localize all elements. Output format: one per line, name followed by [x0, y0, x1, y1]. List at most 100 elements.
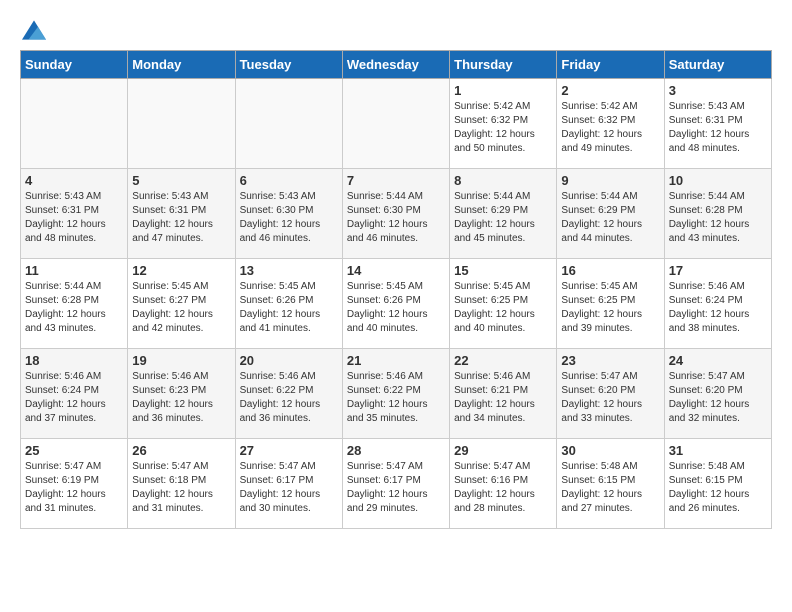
day-info: Sunrise: 5:43 AM Sunset: 6:31 PM Dayligh… — [669, 100, 767, 156]
calendar-week-row: 11 Sunrise: 5:44 AM Sunset: 6:28 PM Dayli… — [21, 259, 772, 349]
day-info: Sunrise: 5:43 AM Sunset: 6:30 PM Dayligh… — [240, 190, 338, 246]
day-number: 9 — [561, 173, 659, 188]
day-number: 20 — [240, 353, 338, 368]
calendar-cell: 7 Sunrise: 5:44 AM Sunset: 6:30 PM Daylig… — [342, 169, 449, 259]
day-info: Sunrise: 5:46 AM Sunset: 6:23 PM Dayligh… — [132, 370, 230, 426]
weekday-header-row: SundayMondayTuesdayWednesdayThursdayFrid… — [21, 51, 772, 79]
day-number: 3 — [669, 83, 767, 98]
calendar-cell: 14 Sunrise: 5:45 AM Sunset: 6:26 PM Dayli… — [342, 259, 449, 349]
calendar-cell: 22 Sunrise: 5:46 AM Sunset: 6:21 PM Dayli… — [450, 349, 557, 439]
weekday-header-friday: Friday — [557, 51, 664, 79]
calendar-cell: 27 Sunrise: 5:47 AM Sunset: 6:17 PM Dayli… — [235, 439, 342, 529]
day-number: 8 — [454, 173, 552, 188]
day-number: 26 — [132, 443, 230, 458]
day-number: 6 — [240, 173, 338, 188]
day-number: 11 — [25, 263, 123, 278]
day-number: 21 — [347, 353, 445, 368]
calendar-cell: 28Sunrise: 5:47 AM Sunset: 6:17 PM Dayli… — [342, 439, 449, 529]
calendar-cell: 10 Sunrise: 5:44 AM Sunset: 6:28 PM Dayli… — [664, 169, 771, 259]
day-number: 19 — [132, 353, 230, 368]
calendar-cell: 8 Sunrise: 5:44 AM Sunset: 6:29 PM Daylig… — [450, 169, 557, 259]
calendar-cell: 1 Sunrise: 5:42 AM Sunset: 6:32 PM Daylig… — [450, 79, 557, 169]
day-info: Sunrise: 5:45 AM Sunset: 6:25 PM Dayligh… — [561, 280, 659, 336]
day-number: 2 — [561, 83, 659, 98]
day-info: Sunrise: 5:48 AM Sunset: 6:15 PM Dayligh… — [561, 460, 659, 516]
day-info: Sunrise: 5:47 AM Sunset: 6:17 PM Dayligh… — [240, 460, 338, 516]
day-number: 23 — [561, 353, 659, 368]
day-number: 7 — [347, 173, 445, 188]
calendar-cell: 15 Sunrise: 5:45 AM Sunset: 6:25 PM Dayli… — [450, 259, 557, 349]
page-header — [20, 20, 772, 40]
weekday-header-monday: Monday — [128, 51, 235, 79]
calendar-cell: 11 Sunrise: 5:44 AM Sunset: 6:28 PM Dayli… — [21, 259, 128, 349]
day-number: 29 — [454, 443, 552, 458]
calendar-week-row: 18 Sunrise: 5:46 AM Sunset: 6:24 PM Dayli… — [21, 349, 772, 439]
day-number: 25 — [25, 443, 123, 458]
calendar-cell: 2Sunrise: 5:42 AM Sunset: 6:32 PM Daylig… — [557, 79, 664, 169]
day-info: Sunrise: 5:45 AM Sunset: 6:25 PM Dayligh… — [454, 280, 552, 336]
calendar-table: SundayMondayTuesdayWednesdayThursdayFrid… — [20, 50, 772, 529]
calendar-week-row: 4 Sunrise: 5:43 AM Sunset: 6:31 PM Daylig… — [21, 169, 772, 259]
calendar-week-row: 25Sunrise: 5:47 AM Sunset: 6:19 PM Dayli… — [21, 439, 772, 529]
day-number: 12 — [132, 263, 230, 278]
day-number: 18 — [25, 353, 123, 368]
calendar-week-row: 1 Sunrise: 5:42 AM Sunset: 6:32 PM Daylig… — [21, 79, 772, 169]
day-info: Sunrise: 5:44 AM Sunset: 6:29 PM Dayligh… — [561, 190, 659, 246]
calendar-cell: 5Sunrise: 5:43 AM Sunset: 6:31 PM Daylig… — [128, 169, 235, 259]
day-number: 13 — [240, 263, 338, 278]
day-info: Sunrise: 5:47 AM Sunset: 6:18 PM Dayligh… — [132, 460, 230, 516]
day-info: Sunrise: 5:46 AM Sunset: 6:24 PM Dayligh… — [25, 370, 123, 426]
calendar-cell: 20 Sunrise: 5:46 AM Sunset: 6:22 PM Dayli… — [235, 349, 342, 439]
calendar-cell: 24Sunrise: 5:47 AM Sunset: 6:20 PM Dayli… — [664, 349, 771, 439]
calendar-cell: 21Sunrise: 5:46 AM Sunset: 6:22 PM Dayli… — [342, 349, 449, 439]
day-info: Sunrise: 5:47 AM Sunset: 6:17 PM Dayligh… — [347, 460, 445, 516]
day-number: 16 — [561, 263, 659, 278]
calendar-cell: 18 Sunrise: 5:46 AM Sunset: 6:24 PM Dayli… — [21, 349, 128, 439]
day-info: Sunrise: 5:44 AM Sunset: 6:29 PM Dayligh… — [454, 190, 552, 246]
calendar-cell — [342, 79, 449, 169]
day-info: Sunrise: 5:45 AM Sunset: 6:26 PM Dayligh… — [347, 280, 445, 336]
day-info: Sunrise: 5:48 AM Sunset: 6:15 PM Dayligh… — [669, 460, 767, 516]
day-info: Sunrise: 5:45 AM Sunset: 6:27 PM Dayligh… — [132, 280, 230, 336]
day-number: 30 — [561, 443, 659, 458]
day-number: 15 — [454, 263, 552, 278]
weekday-header-saturday: Saturday — [664, 51, 771, 79]
day-info: Sunrise: 5:44 AM Sunset: 6:30 PM Dayligh… — [347, 190, 445, 246]
calendar-cell — [128, 79, 235, 169]
weekday-header-sunday: Sunday — [21, 51, 128, 79]
day-info: Sunrise: 5:47 AM Sunset: 6:16 PM Dayligh… — [454, 460, 552, 516]
day-number: 10 — [669, 173, 767, 188]
calendar-cell: 31 Sunrise: 5:48 AM Sunset: 6:15 PM Dayli… — [664, 439, 771, 529]
calendar-cell: 30 Sunrise: 5:48 AM Sunset: 6:15 PM Dayli… — [557, 439, 664, 529]
day-number: 1 — [454, 83, 552, 98]
logo — [20, 20, 46, 40]
calendar-cell: 3 Sunrise: 5:43 AM Sunset: 6:31 PM Daylig… — [664, 79, 771, 169]
day-number: 22 — [454, 353, 552, 368]
day-info: Sunrise: 5:45 AM Sunset: 6:26 PM Dayligh… — [240, 280, 338, 336]
calendar-cell: 23 Sunrise: 5:47 AM Sunset: 6:20 PM Dayli… — [557, 349, 664, 439]
day-info: Sunrise: 5:43 AM Sunset: 6:31 PM Dayligh… — [25, 190, 123, 246]
weekday-header-wednesday: Wednesday — [342, 51, 449, 79]
day-number: 24 — [669, 353, 767, 368]
day-number: 31 — [669, 443, 767, 458]
day-info: Sunrise: 5:46 AM Sunset: 6:22 PM Dayligh… — [240, 370, 338, 426]
logo-icon — [22, 20, 46, 40]
day-number: 27 — [240, 443, 338, 458]
day-info: Sunrise: 5:46 AM Sunset: 6:21 PM Dayligh… — [454, 370, 552, 426]
calendar-cell: 9 Sunrise: 5:44 AM Sunset: 6:29 PM Daylig… — [557, 169, 664, 259]
day-number: 17 — [669, 263, 767, 278]
day-number: 4 — [25, 173, 123, 188]
day-info: Sunrise: 5:42 AM Sunset: 6:32 PM Dayligh… — [454, 100, 552, 156]
calendar-cell: 25Sunrise: 5:47 AM Sunset: 6:19 PM Dayli… — [21, 439, 128, 529]
day-info: Sunrise: 5:47 AM Sunset: 6:20 PM Dayligh… — [561, 370, 659, 426]
calendar-cell: 4 Sunrise: 5:43 AM Sunset: 6:31 PM Daylig… — [21, 169, 128, 259]
calendar-cell: 26 Sunrise: 5:47 AM Sunset: 6:18 PM Dayli… — [128, 439, 235, 529]
calendar-cell: 16 Sunrise: 5:45 AM Sunset: 6:25 PM Dayli… — [557, 259, 664, 349]
weekday-header-thursday: Thursday — [450, 51, 557, 79]
day-number: 5 — [132, 173, 230, 188]
day-info: Sunrise: 5:44 AM Sunset: 6:28 PM Dayligh… — [669, 190, 767, 246]
day-info: Sunrise: 5:44 AM Sunset: 6:28 PM Dayligh… — [25, 280, 123, 336]
day-number: 14 — [347, 263, 445, 278]
calendar-cell: 13 Sunrise: 5:45 AM Sunset: 6:26 PM Dayli… — [235, 259, 342, 349]
day-info: Sunrise: 5:46 AM Sunset: 6:24 PM Dayligh… — [669, 280, 767, 336]
